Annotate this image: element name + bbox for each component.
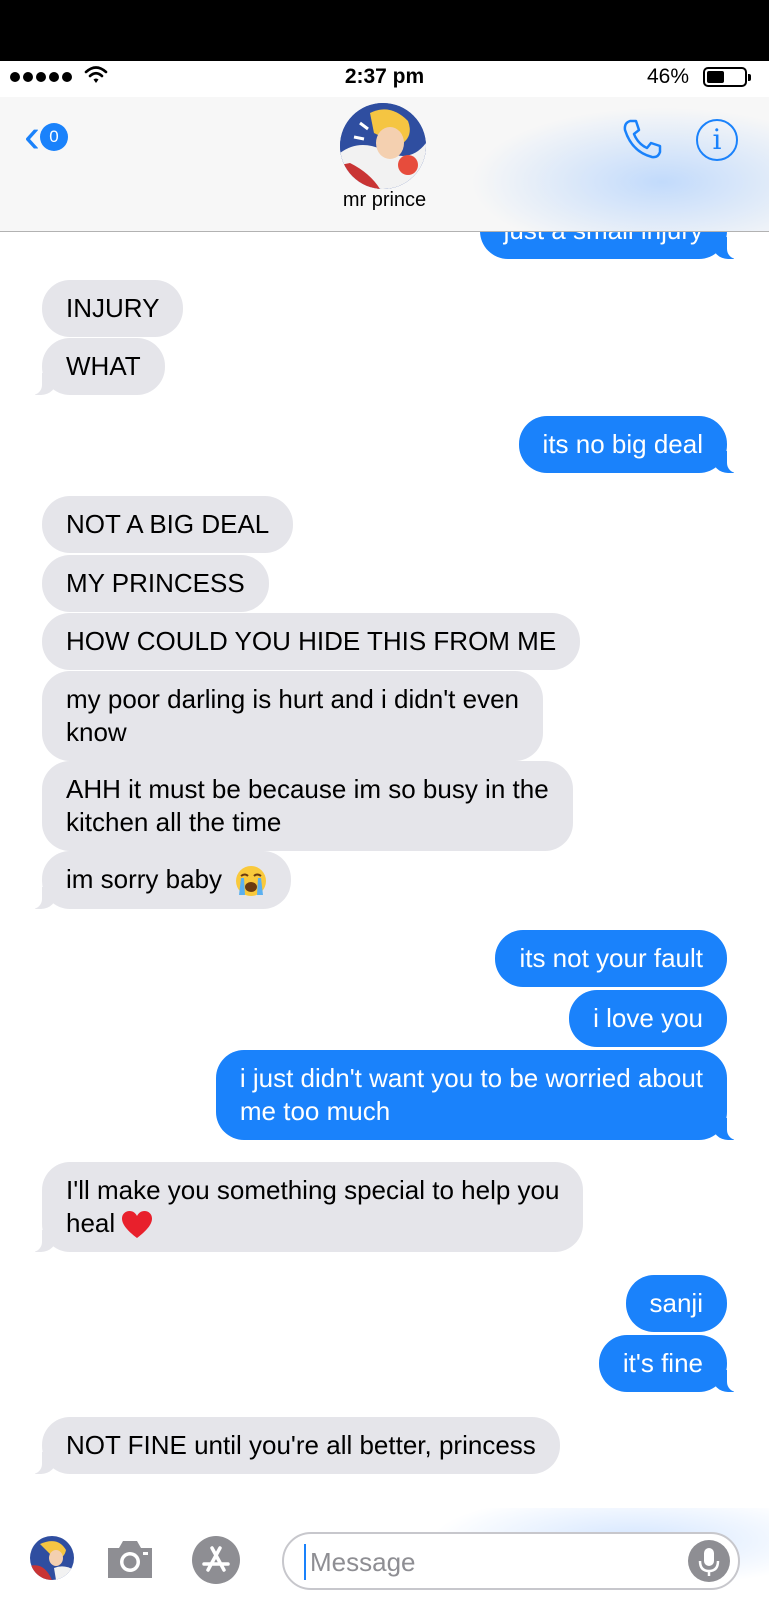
incoming-message[interactable]: NOT A BIG DEAL xyxy=(42,496,294,553)
outgoing-message[interactable]: its not your fault xyxy=(495,930,727,987)
incoming-message[interactable]: HOW COULD YOU HIDE THIS FROM ME xyxy=(42,613,581,670)
outgoing-message[interactable]: just a small injury xyxy=(479,232,742,259)
contact-avatar[interactable] xyxy=(340,103,426,189)
info-icon[interactable]: i xyxy=(696,119,738,161)
loudly-crying-face-emoji xyxy=(236,866,267,897)
sticker-avatar-button[interactable] xyxy=(30,1536,74,1580)
battery-percentage: 46% xyxy=(646,65,689,88)
incoming-message[interactable]: AHH it must be because im so busy in the… xyxy=(42,761,573,851)
battery-icon xyxy=(703,67,751,87)
incoming-message[interactable]: MY PRINCESS xyxy=(42,555,269,612)
outgoing-message[interactable]: i love you xyxy=(569,990,727,1047)
unread-count-badge: 0 xyxy=(39,123,68,151)
message-input[interactable] xyxy=(304,1544,664,1580)
outgoing-message[interactable]: sanji xyxy=(625,1275,727,1332)
incoming-message[interactable]: NOT FINE until you're all better, prince… xyxy=(28,1417,560,1474)
outgoing-message[interactable]: its no big deal xyxy=(518,416,742,473)
microphone-icon[interactable] xyxy=(688,1540,730,1582)
incoming-message[interactable]: my poor darling is hurt and i didn't eve… xyxy=(42,671,543,761)
contact-name[interactable]: mr prince xyxy=(0,189,769,212)
app-store-icon[interactable] xyxy=(192,1536,240,1584)
outgoing-message[interactable]: i just didn't want you to be worried abo… xyxy=(215,1050,742,1140)
status-bar: 2:37 pm 46% xyxy=(0,61,769,97)
top-black-bar xyxy=(0,0,769,61)
message-field[interactable] xyxy=(282,1532,740,1590)
incoming-message[interactable]: im sorry baby xyxy=(27,851,292,910)
back-button[interactable]: ‹ 0 xyxy=(24,110,68,163)
conversation-header: ‹ 0 mr prince i xyxy=(0,97,769,232)
red-heart-emoji xyxy=(122,1211,153,1239)
outgoing-message[interactable]: it's fine xyxy=(598,1335,742,1392)
incoming-message[interactable]: I'll make you something special to help … xyxy=(27,1162,584,1253)
phone-icon[interactable] xyxy=(620,117,664,161)
message-thread: just a small injury INJURY WHAT its no b… xyxy=(0,232,769,1520)
incoming-message[interactable]: WHAT xyxy=(28,338,165,395)
incoming-message[interactable]: INJURY xyxy=(42,280,184,337)
message-composer xyxy=(0,1508,769,1600)
back-chevron-icon: ‹ xyxy=(24,110,40,163)
camera-icon[interactable] xyxy=(104,1538,156,1580)
